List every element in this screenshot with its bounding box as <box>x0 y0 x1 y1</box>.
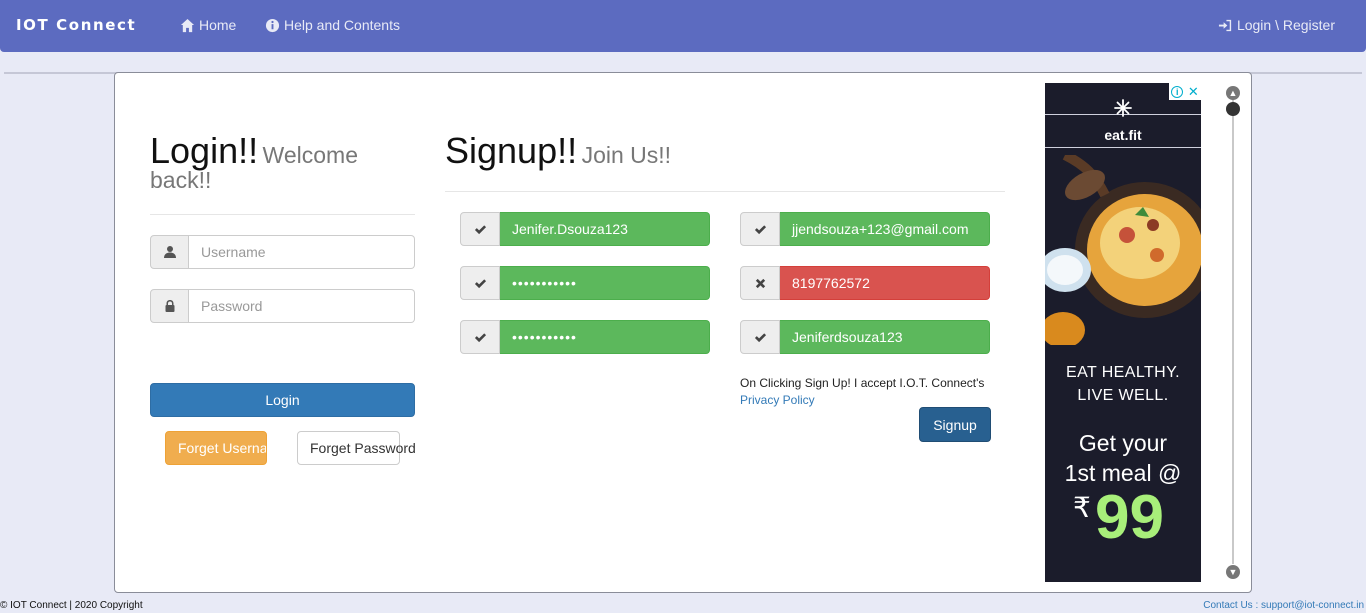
ad-offer-line1: Get your <box>1078 430 1168 456</box>
login-title: Login!! <box>150 130 259 171</box>
home-icon <box>180 18 195 32</box>
signup-display-name-group: Jeniferdsouza123 <box>740 320 990 354</box>
forget-password-button[interactable]: Forget Password <box>297 431 416 465</box>
ad-price-symbol: ₹ <box>1073 492 1091 523</box>
username-addon <box>150 235 189 269</box>
nav-help-link[interactable]: Help and Contents <box>265 17 400 33</box>
terms-text: On Clicking Sign Up! I accept I.O.T. Con… <box>740 375 1000 409</box>
login-icon <box>1218 19 1232 31</box>
signup-email-group: jjendsouza+123@gmail.com <box>740 212 990 246</box>
user-icon <box>163 246 176 258</box>
check-icon <box>474 278 486 288</box>
check-icon <box>474 332 486 342</box>
lock-icon <box>165 300 174 312</box>
close-icon <box>755 278 765 288</box>
password-input[interactable]: Password <box>189 289 415 323</box>
footer-contact-link[interactable]: Contact Us : support@iot-connect.in <box>1203 600 1364 611</box>
login-divider <box>150 214 415 215</box>
ad-info-icon[interactable]: i <box>1171 85 1184 98</box>
signup-phone-input[interactable]: 8197762572 <box>780 266 990 300</box>
signup-email-input[interactable]: jjendsouza+123@gmail.com <box>780 212 990 246</box>
ad-divider-bottom <box>1045 147 1201 148</box>
ad-price: 99 <box>1095 483 1164 552</box>
signup-confirm-password-input[interactable]: ••••••••••• <box>500 320 710 354</box>
signup-heading: Signup!! Join Us!! <box>445 133 671 169</box>
privacy-policy-link[interactable]: Privacy Policy <box>740 393 815 407</box>
forget-username-button[interactable]: Forget Username <box>165 431 267 465</box>
ad-controls: i ✕ <box>1169 83 1201 100</box>
signup-username-group: Jenifer.Dsouza123 <box>460 212 710 246</box>
signup-password-input[interactable]: ••••••••••• <box>500 266 710 300</box>
password-addon <box>150 289 189 323</box>
valid-addon <box>460 320 500 354</box>
username-input[interactable]: Username <box>189 235 415 269</box>
valid-addon <box>740 320 780 354</box>
nav-login-register-link[interactable]: Login \ Register <box>1218 17 1335 33</box>
nav-help-label: Help and Contents <box>284 17 400 33</box>
navbar: IOT Connect Home Help and Contents Login… <box>0 0 1366 52</box>
ad-brand: eat.fit <box>1104 127 1142 143</box>
signup-password-group: ••••••••••• <box>460 266 710 300</box>
nav-home-label: Home <box>199 17 237 33</box>
scrollbar-track[interactable] <box>1232 96 1234 564</box>
scroll-up-icon[interactable]: ▲ <box>1226 86 1240 100</box>
info-icon <box>265 18 280 32</box>
signup-button[interactable]: Signup <box>919 407 991 442</box>
username-group: Username <box>150 235 415 269</box>
nav-home-link[interactable]: Home <box>180 17 236 33</box>
signup-subtitle: Join Us!! <box>581 142 672 168</box>
scrollbar-thumb[interactable] <box>1226 102 1240 116</box>
invalid-addon <box>740 266 780 300</box>
check-icon <box>474 224 486 234</box>
login-button[interactable]: Login <box>150 383 415 417</box>
signup-username-input[interactable]: Jenifer.Dsouza123 <box>500 212 710 246</box>
signup-divider <box>445 191 1005 192</box>
nav-login-register-label: Login \ Register <box>1236 17 1335 33</box>
valid-addon <box>740 212 780 246</box>
check-icon <box>754 224 766 234</box>
password-group: Password <box>150 289 415 323</box>
signup-display-name-input[interactable]: Jeniferdsouza123 <box>780 320 990 354</box>
signup-phone-group: 8197762572 <box>740 266 990 300</box>
scroll-down-icon[interactable]: ▼ <box>1226 565 1240 579</box>
valid-addon <box>460 266 500 300</box>
ad-tagline: EAT HEALTHY. LIVE WELL. <box>1066 364 1180 404</box>
brand-logo[interactable]: IOT Connect <box>16 16 136 34</box>
food-bowl-image <box>1045 155 1201 345</box>
ad-banner[interactable]: i ✕ eat.fit EAT HEALTHY. LIVE WELL. Get … <box>1045 83 1201 582</box>
ad-close-icon[interactable]: ✕ <box>1188 85 1199 98</box>
footer-copyright: © IOT Connect | 2020 Copyright <box>0 600 143 611</box>
terms-label: On Clicking Sign Up! I accept I.O.T. Con… <box>740 376 985 390</box>
signup-confirm-password-group: ••••••••••• <box>460 320 710 354</box>
check-icon <box>754 332 766 342</box>
signup-title: Signup!! <box>445 130 578 171</box>
eatfit-logo-icon <box>1114 99 1132 117</box>
valid-addon <box>460 212 500 246</box>
login-heading: Login!! Welcome back!! <box>150 133 415 192</box>
